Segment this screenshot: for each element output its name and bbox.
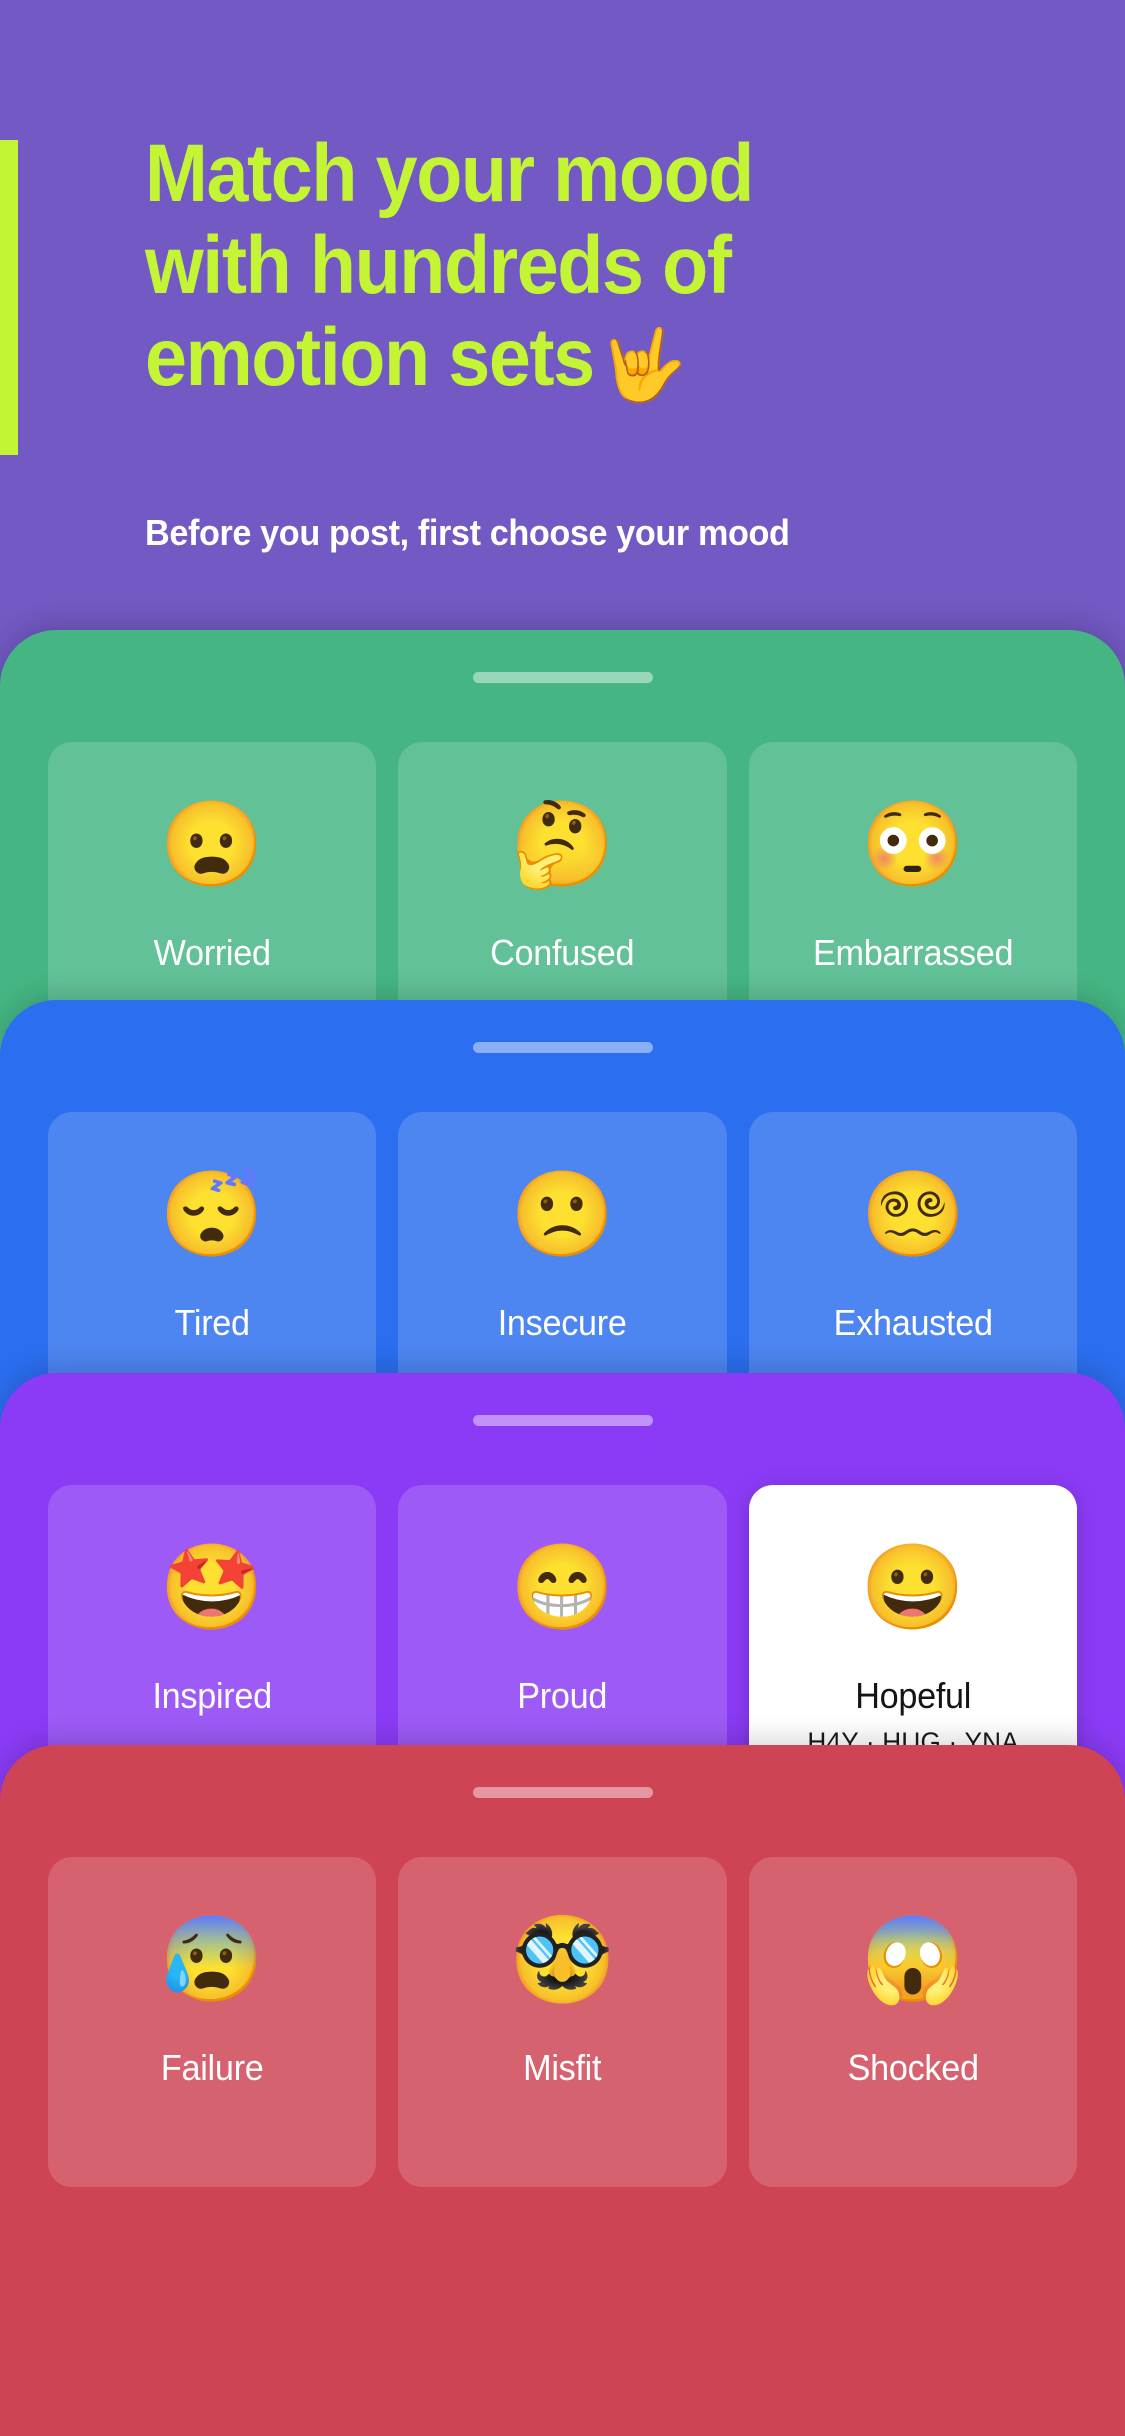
mood-tile-label: Proud	[517, 1675, 608, 1716]
face-screaming-in-fear-emoji: 😱	[860, 1912, 966, 2006]
mood-tile-label: Confused	[490, 932, 635, 973]
sleeping-face-emoji: 😴	[159, 1167, 265, 1261]
mood-card-deck: 😦 Worried 🤔 Confused 😳 Embarrassed 😴 Tired 🙁 Inse…	[0, 0, 1125, 2436]
anxious-face-with-sweat-emoji: 😰	[159, 1912, 265, 2006]
mood-tile[interactable]: 🥸 Misfit	[398, 1857, 727, 2187]
mood-tile-label: Shocked	[847, 2047, 979, 2088]
mood-tile[interactable]: 😱 Shocked	[748, 1857, 1077, 2187]
slightly-frowning-face-emoji: 🙁	[510, 1167, 615, 1261]
star-struck-emoji: 🤩	[159, 1540, 265, 1634]
mood-tile-label: Misfit	[523, 2047, 602, 2088]
disguised-face-emoji: 🥸	[510, 1912, 615, 2006]
mood-tile-label: Embarrassed	[812, 932, 1014, 973]
mood-tile-label: Exhausted	[833, 1302, 993, 1343]
card-drag-handle[interactable]	[472, 672, 653, 683]
mood-tile-label: Hopeful	[854, 1675, 971, 1716]
beaming-face-with-smiling-eyes-emoji: 😁	[510, 1540, 615, 1634]
mood-tile-label: Worried	[153, 932, 271, 973]
mood-tile-label: Inspired	[152, 1675, 272, 1716]
card-drag-handle[interactable]	[472, 1042, 653, 1053]
face-with-spiral-eyes-emoji: 😵‍💫	[860, 1167, 966, 1261]
grinning-face-emoji: 😀	[860, 1540, 966, 1634]
card-drag-handle[interactable]	[472, 1787, 653, 1798]
mood-tile-label: Failure	[160, 2047, 264, 2088]
mood-tile-label: Tired	[174, 1302, 251, 1343]
mood-tile[interactable]: 😰 Failure	[48, 1857, 377, 2187]
mood-tile-label: Insecure	[498, 1302, 627, 1343]
card-drag-handle[interactable]	[472, 1415, 653, 1426]
mood-card-failure-set[interactable]: 😰 Failure 🥸 Misfit 😱 Shocked	[0, 1745, 1125, 2436]
flushed-face-emoji: 😳	[860, 797, 966, 891]
thinking-face-emoji: 🤔	[510, 797, 615, 891]
frowning-face-with-open-mouth-emoji: 😦	[159, 797, 265, 891]
mood-tile-row: 😰 Failure 🥸 Misfit 😱 Shocked	[0, 1857, 1125, 2187]
